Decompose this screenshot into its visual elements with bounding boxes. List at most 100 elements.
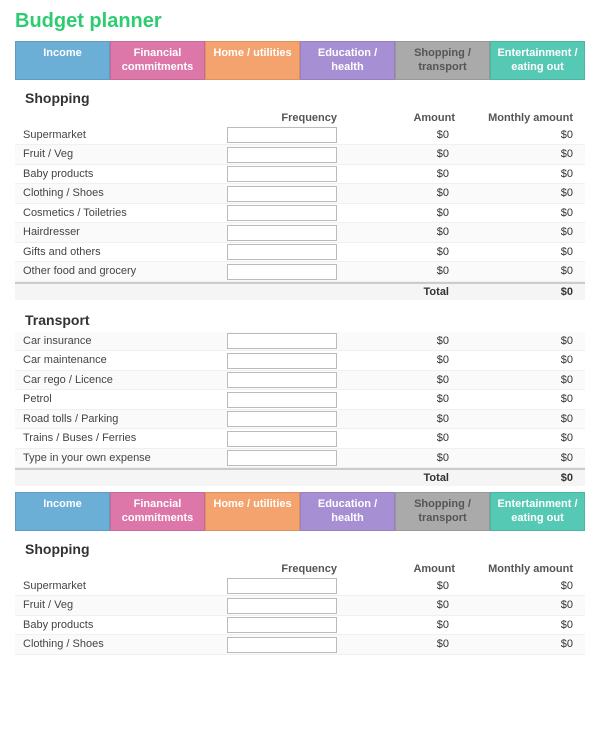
frequency-input[interactable] xyxy=(227,147,337,163)
monthly-cell: $0 xyxy=(459,265,577,277)
monthly-cell: $0 xyxy=(459,432,577,444)
col-amount: Amount xyxy=(341,112,459,124)
col-monthly-2: Monthly amount xyxy=(459,563,577,575)
amount-cell: $0 xyxy=(341,187,459,199)
table-row: Baby products $0 $0 xyxy=(15,165,585,185)
table-row: Baby products $0 $0 xyxy=(15,616,585,636)
shopping-total-row: Total $0 xyxy=(15,282,585,300)
shopping-total-value: $0 xyxy=(459,286,577,298)
amount-cell: $0 xyxy=(341,432,459,444)
table-row: Supermarket $0 $0 xyxy=(15,126,585,146)
amount-cell: $0 xyxy=(341,148,459,160)
table-row: Supermarket $0 $0 xyxy=(15,577,585,597)
frequency-input[interactable] xyxy=(227,617,337,633)
monthly-cell: $0 xyxy=(459,187,577,199)
transport-total-label: Total xyxy=(341,472,459,484)
tab-shopping[interactable]: Shopping / transport xyxy=(395,41,490,80)
table-row: Car maintenance $0 $0 xyxy=(15,351,585,371)
amount-cell: $0 xyxy=(341,207,459,219)
frequency-input[interactable] xyxy=(227,353,337,369)
transport-title: Transport xyxy=(15,306,585,332)
amount-cell: $0 xyxy=(341,168,459,180)
amount-cell: $0 xyxy=(341,335,459,347)
tab-entertainment-2[interactable]: Entertainment / eating out xyxy=(490,492,585,531)
tab-education-2[interactable]: Education / health xyxy=(300,492,395,531)
table-row: Car rego / Licence $0 $0 xyxy=(15,371,585,391)
col-frequency: Frequency xyxy=(223,112,341,124)
monthly-cell: $0 xyxy=(459,168,577,180)
table-row: Clothing / Shoes $0 $0 xyxy=(15,635,585,655)
table-row: Clothing / Shoes $0 $0 xyxy=(15,184,585,204)
shopping-title-2: Shopping xyxy=(15,535,585,561)
monthly-cell: $0 xyxy=(459,374,577,386)
table-row: Car insurance $0 $0 xyxy=(15,332,585,352)
frequency-input[interactable] xyxy=(227,333,337,349)
monthly-cell: $0 xyxy=(459,246,577,258)
amount-cell: $0 xyxy=(341,374,459,386)
frequency-input[interactable] xyxy=(227,372,337,388)
table-row: Type in your own expense $0 $0 xyxy=(15,449,585,469)
tab-income-2[interactable]: Income xyxy=(15,492,110,531)
shopping-section: Shopping Frequency Amount Monthly amount… xyxy=(15,84,585,300)
frequency-input[interactable] xyxy=(227,598,337,614)
monthly-cell: $0 xyxy=(459,335,577,347)
frequency-input[interactable] xyxy=(227,450,337,466)
table-row: Hairdresser $0 $0 xyxy=(15,223,585,243)
monthly-cell: $0 xyxy=(459,393,577,405)
table-row: Gifts and others $0 $0 xyxy=(15,243,585,263)
col-monthly: Monthly amount xyxy=(459,112,577,124)
frequency-input[interactable] xyxy=(227,225,337,241)
tab-shopping-2[interactable]: Shopping / transport xyxy=(395,492,490,531)
monthly-cell: $0 xyxy=(459,226,577,238)
tab-financial-2[interactable]: Financial commitments xyxy=(110,492,205,531)
frequency-input[interactable] xyxy=(227,578,337,594)
frequency-input[interactable] xyxy=(227,637,337,653)
frequency-input[interactable] xyxy=(227,186,337,202)
shopping-section-2: Shopping Frequency Amount Monthly amount… xyxy=(15,535,585,655)
transport-total-value: $0 xyxy=(459,472,577,484)
transport-total-row: Total $0 xyxy=(15,468,585,486)
shopping-total-label: Total xyxy=(341,286,459,298)
amount-cell: $0 xyxy=(341,580,459,592)
frequency-input[interactable] xyxy=(227,264,337,280)
table-row: Trains / Buses / Ferries $0 $0 xyxy=(15,429,585,449)
tab-income[interactable]: Income xyxy=(15,41,110,80)
monthly-cell: $0 xyxy=(459,638,577,650)
shopping-header: Frequency Amount Monthly amount xyxy=(15,110,585,126)
amount-cell: $0 xyxy=(341,413,459,425)
amount-cell: $0 xyxy=(341,638,459,650)
monthly-cell: $0 xyxy=(459,129,577,141)
frequency-input[interactable] xyxy=(227,244,337,260)
table-row: Petrol $0 $0 xyxy=(15,390,585,410)
amount-cell: $0 xyxy=(341,129,459,141)
monthly-cell: $0 xyxy=(459,354,577,366)
frequency-input[interactable] xyxy=(227,127,337,143)
table-row: Cosmetics / Toiletries $0 $0 xyxy=(15,204,585,224)
frequency-input[interactable] xyxy=(227,431,337,447)
frequency-input[interactable] xyxy=(227,166,337,182)
amount-cell: $0 xyxy=(341,246,459,258)
amount-cell: $0 xyxy=(341,265,459,277)
table-row: Road tolls / Parking $0 $0 xyxy=(15,410,585,430)
frequency-input[interactable] xyxy=(227,392,337,408)
amount-cell: $0 xyxy=(341,452,459,464)
tab-home-2[interactable]: Home / utilities xyxy=(205,492,300,531)
tab-bar-bottom: Income Financial commitments Home / util… xyxy=(15,492,585,531)
col-frequency-2: Frequency xyxy=(223,563,341,575)
frequency-input[interactable] xyxy=(227,205,337,221)
monthly-cell: $0 xyxy=(459,207,577,219)
amount-cell: $0 xyxy=(341,354,459,366)
tab-entertainment[interactable]: Entertainment / eating out xyxy=(490,41,585,80)
col-amount-2: Amount xyxy=(341,563,459,575)
transport-section: Transport Car insurance $0 $0 Car mainte… xyxy=(15,306,585,487)
amount-cell: $0 xyxy=(341,226,459,238)
page-title: Budget planner xyxy=(15,10,585,33)
frequency-input[interactable] xyxy=(227,411,337,427)
tab-bar-top: Income Financial commitments Home / util… xyxy=(15,41,585,80)
tab-home[interactable]: Home / utilities xyxy=(205,41,300,80)
tab-education[interactable]: Education / health xyxy=(300,41,395,80)
monthly-cell: $0 xyxy=(459,599,577,611)
table-row: Fruit / Veg $0 $0 xyxy=(15,145,585,165)
tab-financial[interactable]: Financial commitments xyxy=(110,41,205,80)
shopping-header-2: Frequency Amount Monthly amount xyxy=(15,561,585,577)
